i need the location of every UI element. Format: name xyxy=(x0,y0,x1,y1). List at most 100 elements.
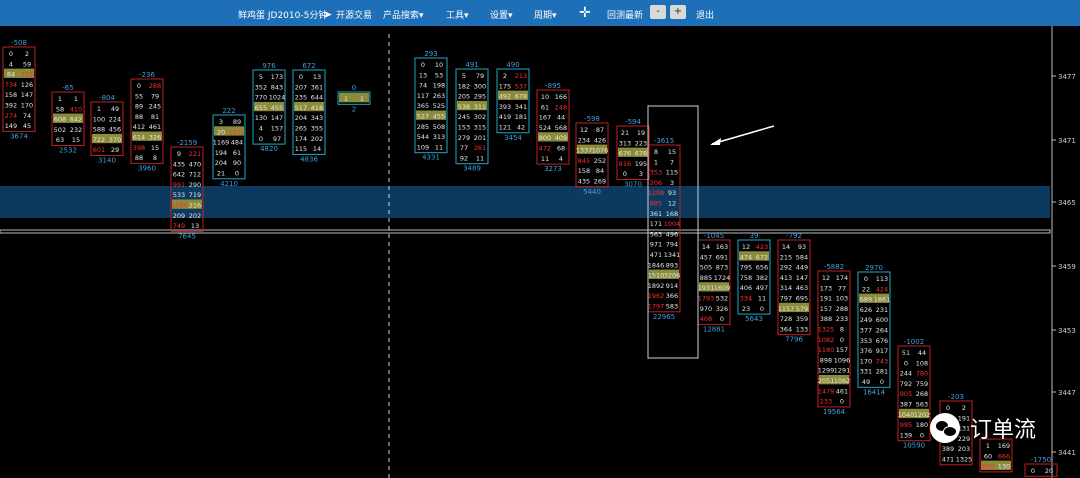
ask-volume-cell: 269 xyxy=(594,178,606,186)
bar-delta-label: 490 xyxy=(506,61,519,69)
bid-volume-cell: 153 xyxy=(458,124,470,132)
bid-volume-cell: 21 xyxy=(217,170,225,178)
bid-volume-cell: 408 xyxy=(700,315,712,323)
bar-delta-label: -895 xyxy=(545,82,561,90)
bid-volume-cell: 22 xyxy=(862,285,870,293)
bid-volume-cell: 505 xyxy=(700,264,712,272)
bar-volume-label: 4210 xyxy=(220,180,238,188)
ask-volume-cell: 361 xyxy=(311,83,323,91)
bid-volume-cell: 1 xyxy=(654,158,658,166)
bid-volume-cell: 204 xyxy=(295,114,307,122)
bid-volume-cell: 100 xyxy=(93,115,105,123)
bid-volume-cell: 412 xyxy=(133,123,145,131)
ask-volume-cell: 45 xyxy=(23,122,31,130)
bid-volume-cell: 88 xyxy=(135,154,143,162)
y-tick-label: 3447 xyxy=(1058,389,1076,397)
bid-volume-cell: 0 xyxy=(623,170,627,178)
bid-volume-cell: 492 xyxy=(499,93,511,101)
ask-volume-cell: 1291 xyxy=(834,367,851,375)
ask-volume-cell: 678 xyxy=(635,150,647,158)
bid-volume-cell: 14 xyxy=(782,243,790,251)
bid-volume-cell: 1793 xyxy=(698,295,715,303)
bar-delta-label: 2970 xyxy=(865,264,883,272)
ask-volume-cell: 409 xyxy=(555,134,567,142)
zoom-out-button[interactable]: - xyxy=(650,5,666,19)
ask-volume-cell: 719 xyxy=(189,191,201,199)
ask-volume-cell: 326 xyxy=(716,305,728,313)
bid-volume-cell: 898 xyxy=(820,356,832,364)
ask-volume-cell: 203 xyxy=(958,445,970,453)
bid-volume-cell: 517 xyxy=(295,104,307,112)
ask-volume-cell: 656 xyxy=(756,264,768,272)
bar-volume-label: 3070 xyxy=(624,181,642,189)
zoom-in-button[interactable]: + xyxy=(670,5,686,19)
bid-volume-cell: 413 xyxy=(780,274,792,282)
bid-volume-cell: 676 xyxy=(619,150,631,158)
bid-volume-cell: 1434 xyxy=(171,202,188,210)
menu-settings[interactable]: 设置▾ xyxy=(490,8,513,21)
bid-volume-cell: 1157 xyxy=(778,305,795,313)
ask-volume-cell: 8 xyxy=(840,326,844,334)
bar-volume-label: 3273 xyxy=(544,165,562,173)
ask-volume-cell: 0 xyxy=(920,431,924,439)
bar-volume-label: 3674 xyxy=(10,132,28,140)
bid-volume-cell: 10 xyxy=(541,93,549,101)
bid-volume-cell: 234 xyxy=(578,136,590,144)
ask-volume-cell: 461 xyxy=(149,123,161,131)
bid-volume-cell: 60 xyxy=(984,452,992,460)
ask-volume-cell: 463 xyxy=(796,284,808,292)
ask-volume-cell: 563 xyxy=(916,401,928,409)
ask-volume-cell: 201 xyxy=(474,134,486,142)
ask-volume-cell: 484 xyxy=(231,139,243,147)
ask-volume-cell: 281 xyxy=(876,368,888,376)
ask-volume-cell: 15 xyxy=(72,136,80,144)
bid-volume-cell: 89 xyxy=(135,103,143,111)
back-to-latest-button[interactable]: 回测最新 xyxy=(607,8,643,21)
bid-volume-cell: 435 xyxy=(578,178,590,186)
bar-volume-label: 3454 xyxy=(504,134,522,142)
crosshair-icon[interactable]: ✛ xyxy=(579,5,591,21)
bid-volume-cell: 845 xyxy=(578,157,590,165)
menu-period[interactable]: 周期▾ xyxy=(534,8,557,21)
exit-button[interactable]: 退出 xyxy=(696,8,714,21)
ask-volume-cell: 2 xyxy=(25,50,29,58)
wechat-logo-icon xyxy=(930,413,960,443)
bar-delta-label: 976 xyxy=(262,62,276,70)
ask-volume-cell: 455 xyxy=(271,104,283,112)
bid-volume-cell: 1797 xyxy=(648,303,665,311)
menu-tools[interactable]: 工具▾ xyxy=(446,8,469,21)
bid-volume-cell: 115 xyxy=(295,145,307,153)
ask-volume-cell: 202 xyxy=(311,135,323,143)
bid-volume-cell: 0 xyxy=(904,359,908,367)
ask-volume-cell: 695 xyxy=(796,295,808,303)
bid-volume-cell: 971 xyxy=(650,241,662,249)
ask-volume-cell: 202 xyxy=(189,212,201,220)
bid-volume-cell: 1931 xyxy=(698,284,715,292)
menu-product-search[interactable]: 产品搜索▾ xyxy=(383,8,424,21)
bid-volume-cell: 435 xyxy=(173,160,185,168)
ask-volume-cell: 11 xyxy=(435,143,443,151)
bid-volume-cell: 533 xyxy=(173,191,185,199)
bid-volume-cell: 563 xyxy=(650,230,662,238)
ask-volume-cell: 261 xyxy=(474,144,486,152)
ask-volume-cell: 1724 xyxy=(714,274,731,282)
bar-volume-label: 5643 xyxy=(745,315,763,323)
bid-volume-cell: 614 xyxy=(133,134,145,142)
ask-volume-cell: 1 xyxy=(360,95,364,103)
bid-volume-cell: 8 xyxy=(654,148,658,156)
bid-volume-cell: 1298 xyxy=(648,189,665,197)
bid-volume-cell: 361 xyxy=(650,210,662,218)
ask-volume-cell: 423 xyxy=(756,243,768,251)
ask-volume-cell: 359 xyxy=(796,315,808,323)
bid-volume-cell: 139 xyxy=(900,431,912,439)
bar-delta-label: 39 xyxy=(750,232,759,240)
bar-volume-label: 4331 xyxy=(422,154,440,162)
ask-volume-cell: 10 xyxy=(435,61,443,69)
bid-volume-cell: 758 xyxy=(740,274,752,282)
bid-volume-cell: 502 xyxy=(54,126,66,134)
bid-volume-cell: 389 xyxy=(942,445,954,453)
bid-volume-cell: 55 xyxy=(135,92,143,100)
ask-volume-cell: 224 xyxy=(109,115,121,123)
ask-volume-cell: 59 xyxy=(23,60,31,68)
bid-volume-cell: 419 xyxy=(499,113,511,121)
